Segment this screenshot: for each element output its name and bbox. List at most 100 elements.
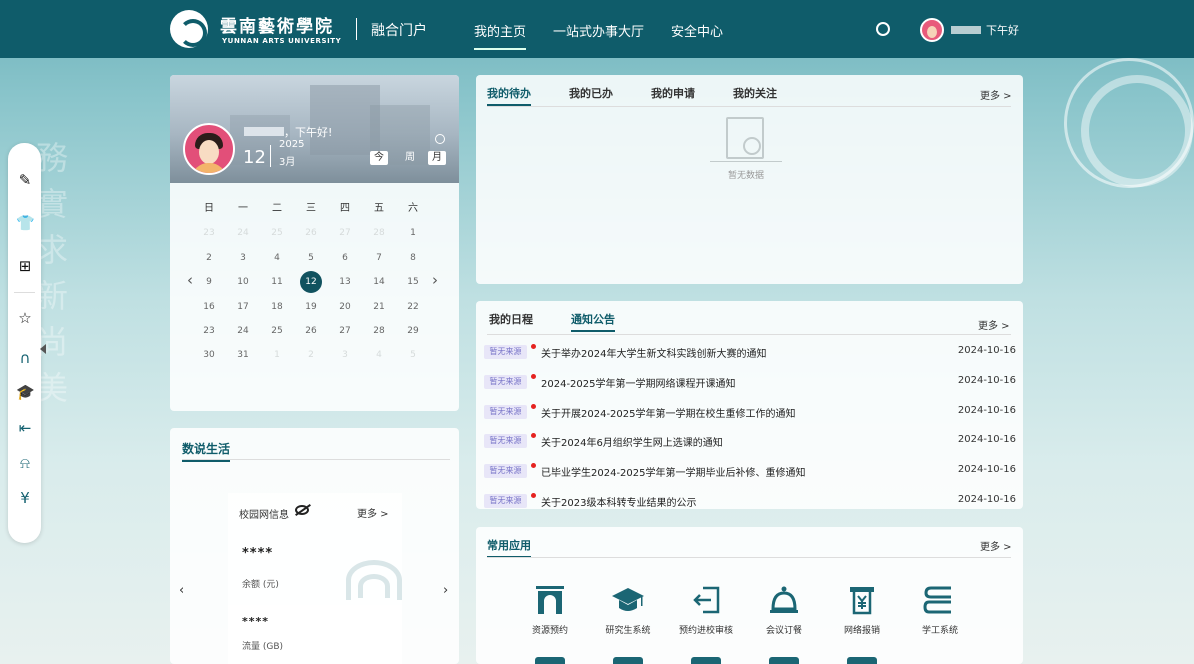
app-resource-booking[interactable]: 资源预约	[515, 583, 585, 636]
app-student-affairs[interactable]: 学工系统	[905, 583, 975, 636]
calendar-day[interactable]: 5	[396, 343, 430, 367]
add-icon[interactable]: ⊞	[16, 257, 34, 275]
calendar-day[interactable]: 30	[192, 343, 226, 367]
calendar-day[interactable]: 23	[192, 319, 226, 343]
calendar-day[interactable]: 31	[226, 343, 260, 367]
nav-my-home[interactable]: 我的主页	[474, 21, 527, 50]
enter-icon[interactable]: ⇤	[16, 419, 34, 437]
network-more-link[interactable]: 更多 >	[357, 505, 389, 520]
sidebar-collapse-arrow-icon[interactable]	[40, 344, 46, 354]
notice-title[interactable]: 2024-2025学年第一学期网络课程开课通知	[541, 375, 736, 390]
notice-row[interactable]: 暂无来源 2024-2025学年第一学期网络课程开课通知 2024-10-16	[484, 367, 1016, 397]
calendar-day[interactable]: 10	[226, 270, 260, 294]
calendar-day[interactable]: 12	[294, 270, 328, 294]
tab-my-applications[interactable]: 我的申请	[651, 85, 695, 101]
apps-more-link[interactable]: 更多 >	[980, 538, 1012, 553]
calendar-day[interactable]: 20	[328, 295, 362, 319]
notice-title[interactable]: 关于开展2024-2025学年第一学期在校生重修工作的通知	[541, 405, 796, 420]
star-icon[interactable]: ☆	[16, 309, 34, 327]
shirt-icon[interactable]: 👕	[16, 214, 35, 232]
tab-my-follows[interactable]: 我的关注	[733, 85, 777, 101]
calendar-day[interactable]: 22	[396, 295, 430, 319]
notice-row[interactable]: 暂无来源 已毕业学生2024-2025学年第一学期毕业后补修、重修通知 2024-1…	[484, 456, 1016, 486]
app-graduate-system[interactable]: 研究生系统	[593, 583, 663, 636]
next-row-app-icon[interactable]	[691, 657, 721, 664]
calendar-day[interactable]: 1	[396, 221, 430, 245]
university-logo-icon[interactable]	[170, 10, 208, 48]
calendar-day[interactable]: 3	[226, 246, 260, 270]
notice-title[interactable]: 关于举办2024年大学生新文科实践创新大赛的通知	[541, 345, 766, 360]
prev-month-arrow-icon[interactable]: ‹	[187, 271, 193, 289]
arch-icon[interactable]: ∩	[16, 349, 34, 367]
calendar-day[interactable]: 21	[362, 295, 396, 319]
settings-gear-icon[interactable]	[876, 22, 890, 36]
calendar-day[interactable]: 17	[226, 295, 260, 319]
notice-row[interactable]: 暂无来源 关于开展2024-2025学年第一学期在校生重修工作的通知 2024-10…	[484, 397, 1016, 427]
calendar-day[interactable]: 29	[396, 319, 430, 343]
tab-my-schedule[interactable]: 我的日程	[489, 311, 533, 327]
calendar-day[interactable]: 26	[294, 319, 328, 343]
app-meeting-meals[interactable]: 会议订餐	[749, 583, 819, 636]
notice-row[interactable]: 暂无来源 关于2023级本科转专业结果的公示 2024-10-16	[484, 486, 1016, 516]
tab-announcements[interactable]: 通知公告	[571, 311, 615, 332]
calendar-day[interactable]: 11	[260, 270, 294, 294]
todo-more-link[interactable]: 更多 >	[980, 87, 1012, 102]
calendar-day[interactable]: 23	[192, 221, 226, 245]
tab-my-done[interactable]: 我的已办	[569, 85, 613, 101]
nav-security-center[interactable]: 安全中心	[671, 21, 723, 40]
calendar-day[interactable]: 28	[362, 221, 396, 245]
calendar-day[interactable]: 14	[362, 270, 396, 294]
next-row-app-icon[interactable]	[847, 657, 877, 664]
calendar-day[interactable]: 25	[260, 319, 294, 343]
calendar-day[interactable]: 27	[328, 221, 362, 245]
receipt-icon[interactable]: ¥	[16, 489, 34, 507]
calendar-day[interactable]: 1	[260, 343, 294, 367]
graduation-cap-icon[interactable]: 🎓	[16, 383, 35, 401]
notice-more-link[interactable]: 更多 >	[978, 317, 1010, 332]
calendar-day[interactable]: 26	[294, 221, 328, 245]
next-row-app-icon[interactable]	[613, 657, 643, 664]
calendar-day[interactable]: 9	[192, 270, 226, 294]
calendar-day[interactable]: 7	[362, 246, 396, 270]
calendar-day[interactable]: 15	[396, 270, 430, 294]
calendar-day[interactable]: 3	[328, 343, 362, 367]
next-month-arrow-icon[interactable]: ›	[432, 271, 438, 289]
calendar-day[interactable]: 24	[226, 221, 260, 245]
edit-icon[interactable]: ✎	[16, 171, 34, 189]
notice-title[interactable]: 关于2024年6月组织学生网上选课的通知	[541, 434, 723, 449]
calendar-day[interactable]: 13	[328, 270, 362, 294]
nav-service-hall[interactable]: 一站式办事大厅	[553, 21, 644, 40]
calendar-day[interactable]: 2	[294, 343, 328, 367]
calendar-day[interactable]: 24	[226, 319, 260, 343]
calendar-day[interactable]: 4	[260, 246, 294, 270]
calendar-day[interactable]: 25	[260, 221, 294, 245]
life-next-arrow-icon[interactable]: ›	[443, 583, 448, 598]
tab-my-todo[interactable]: 我的待办	[487, 85, 531, 106]
calendar-day[interactable]: 28	[362, 319, 396, 343]
notice-title[interactable]: 关于2023级本科转专业结果的公示	[541, 494, 696, 509]
calendar-day[interactable]: 5	[294, 246, 328, 270]
notice-row[interactable]: 暂无来源 关于举办2024年大学生新文科实践创新大赛的通知 2024-10-16	[484, 337, 1016, 367]
calendar-day[interactable]: 16	[192, 295, 226, 319]
calendar-day[interactable]: 4	[362, 343, 396, 367]
calendar-day[interactable]: 18	[260, 295, 294, 319]
calendar-day[interactable]: 19	[294, 295, 328, 319]
hide-eye-icon[interactable]	[295, 505, 309, 515]
life-prev-arrow-icon[interactable]: ‹	[179, 583, 184, 598]
notice-row[interactable]: 暂无来源 关于2024年6月组织学生网上选课的通知 2024-10-16	[484, 426, 1016, 456]
view-month-button[interactable]: 月	[428, 151, 446, 165]
app-online-reimbursement[interactable]: 网络报销	[827, 583, 897, 636]
calendar-day[interactable]: 27	[328, 319, 362, 343]
view-week-button[interactable]: 周	[401, 151, 419, 165]
user-avatar[interactable]	[920, 18, 944, 42]
calendar-day[interactable]: 6	[328, 246, 362, 270]
calendar-settings-icon[interactable]	[435, 134, 445, 144]
bell-icon[interactable]: ⍾	[16, 454, 34, 472]
profile-avatar[interactable]	[183, 123, 235, 175]
view-today-button[interactable]: 今	[370, 151, 388, 165]
calendar-day[interactable]: 2	[192, 246, 226, 270]
next-row-app-icon[interactable]	[769, 657, 799, 664]
app-campus-entry-review[interactable]: 预约进校审核	[671, 583, 741, 636]
notice-title[interactable]: 已毕业学生2024-2025学年第一学期毕业后补修、重修通知	[541, 464, 806, 479]
calendar-day[interactable]: 8	[396, 246, 430, 270]
